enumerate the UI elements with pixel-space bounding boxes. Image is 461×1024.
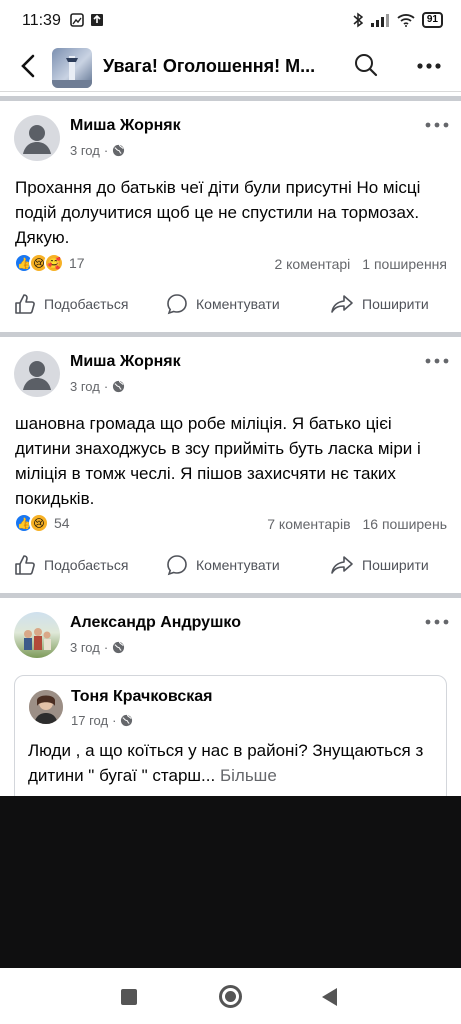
post-stats: 7 коментарів 16 поширень (267, 516, 447, 532)
post-time[interactable]: 3 год (70, 143, 100, 158)
share-button[interactable]: Поширити (330, 293, 429, 315)
shared-author[interactable]: Тоня Крачковская (71, 688, 212, 706)
post-author[interactable]: Миша Жорняк (70, 353, 181, 371)
like-label: Подобається (44, 296, 129, 312)
post-card: Миша Жорняк 3 год · шановна громада що р… (0, 337, 461, 592)
dark-overlay (0, 796, 461, 968)
reactions-summary[interactable]: 👍 😢 54 (14, 513, 70, 533)
post-author[interactable]: Александр Андрушко (70, 614, 241, 632)
shared-post[interactable]: Тоня Крачковская 17 год · Люди , а що ко… (14, 675, 447, 805)
avatar[interactable] (14, 351, 60, 397)
post-actions: Подобається Коментувати Поширити (0, 293, 461, 323)
post-more-icon[interactable] (424, 120, 450, 130)
status-bar: 11:39 91 (0, 0, 461, 40)
globe-icon (113, 641, 125, 654)
comment-bubble-icon (167, 555, 187, 576)
like-button[interactable]: Подобається (14, 293, 128, 315)
shared-time[interactable]: 17 год (71, 713, 108, 728)
share-arrow-icon (331, 295, 353, 313)
post-author[interactable]: Миша Жорняк (70, 117, 181, 135)
shares-count[interactable]: 1 поширення (362, 256, 447, 272)
group-title[interactable]: Увага! Оголошення! М... (103, 56, 333, 77)
photos-notification-icon (70, 13, 84, 27)
post-card: Миша Жорняк 3 год · Прохання до батьків … (0, 101, 461, 331)
avatar[interactable] (14, 115, 60, 161)
back-arrow-icon[interactable] (16, 52, 42, 80)
wifi-icon (397, 14, 415, 27)
share-label: Поширити (362, 557, 429, 573)
post-more-icon[interactable] (424, 617, 450, 627)
like-label: Подобається (44, 557, 129, 573)
reaction-count: 54 (54, 515, 70, 531)
sad-reaction-icon: 😢 (29, 513, 49, 533)
signal-icon (370, 14, 389, 27)
comment-label: Коментувати (196, 296, 280, 312)
like-button[interactable]: Подобається (14, 554, 128, 576)
post-time[interactable]: 3 год (70, 640, 100, 655)
care-reaction-icon: 🥰 (44, 253, 64, 273)
post-stats: 2 коментарі 1 поширення (274, 256, 447, 272)
globe-icon (121, 714, 133, 727)
post-text: шановна громада що робе міліція. Я батьк… (15, 414, 421, 508)
more-options-icon[interactable] (416, 54, 442, 78)
comments-count[interactable]: 2 коментарі (274, 256, 350, 272)
meta-dot: · (103, 640, 109, 655)
share-button[interactable]: Поширити (330, 554, 429, 576)
group-thumbnail[interactable] (52, 48, 92, 88)
shared-meta: 17 год · (71, 713, 133, 728)
comments-count[interactable]: 7 коментарів (267, 516, 350, 532)
shared-text: Люди , а що коїться у нас в районі? Знущ… (28, 738, 448, 788)
meta-dot: · (103, 143, 109, 158)
post-time[interactable]: 3 год (70, 379, 100, 394)
avatar[interactable] (29, 690, 63, 724)
meta-dot: · (103, 379, 109, 394)
clock: 11:39 (22, 12, 61, 29)
system-nav-bar (0, 968, 461, 1024)
upload-notification-icon (91, 14, 103, 26)
comment-button[interactable]: Коментувати (166, 554, 280, 576)
recents-icon[interactable] (121, 989, 137, 1005)
reactions-summary[interactable]: 👍 😢 🥰 17 (14, 253, 85, 273)
post-more-icon[interactable] (424, 356, 450, 366)
see-more-link[interactable]: Більше (220, 766, 277, 785)
post-actions: Подобається Коментувати Поширити (0, 554, 461, 584)
post-meta: 3 год · (70, 640, 125, 655)
back-triangle-icon[interactable] (322, 988, 337, 1006)
avatar[interactable] (14, 612, 60, 658)
comment-label: Коментувати (196, 557, 280, 573)
comment-bubble-icon (167, 294, 187, 315)
reaction-count: 17 (69, 255, 85, 271)
comment-button[interactable]: Коментувати (166, 293, 280, 315)
share-label: Поширити (362, 296, 429, 312)
bluetooth-icon (353, 12, 363, 28)
share-arrow-icon (331, 556, 353, 574)
globe-icon (113, 144, 125, 157)
group-header: Увага! Оголошення! М... (0, 40, 461, 92)
thumbs-up-icon (15, 555, 35, 575)
meta-dot: · (112, 713, 117, 728)
battery-indicator: 91 (421, 12, 443, 28)
globe-icon (113, 380, 125, 393)
thumbs-up-icon (15, 294, 35, 314)
home-icon[interactable] (219, 985, 242, 1008)
post-meta: 3 год · (70, 379, 125, 394)
post-text: Прохання до батьків чеї діти були присут… (15, 178, 421, 247)
shares-count[interactable]: 16 поширень (363, 516, 447, 532)
search-icon[interactable] (354, 53, 378, 77)
post-meta: 3 год · (70, 143, 125, 158)
